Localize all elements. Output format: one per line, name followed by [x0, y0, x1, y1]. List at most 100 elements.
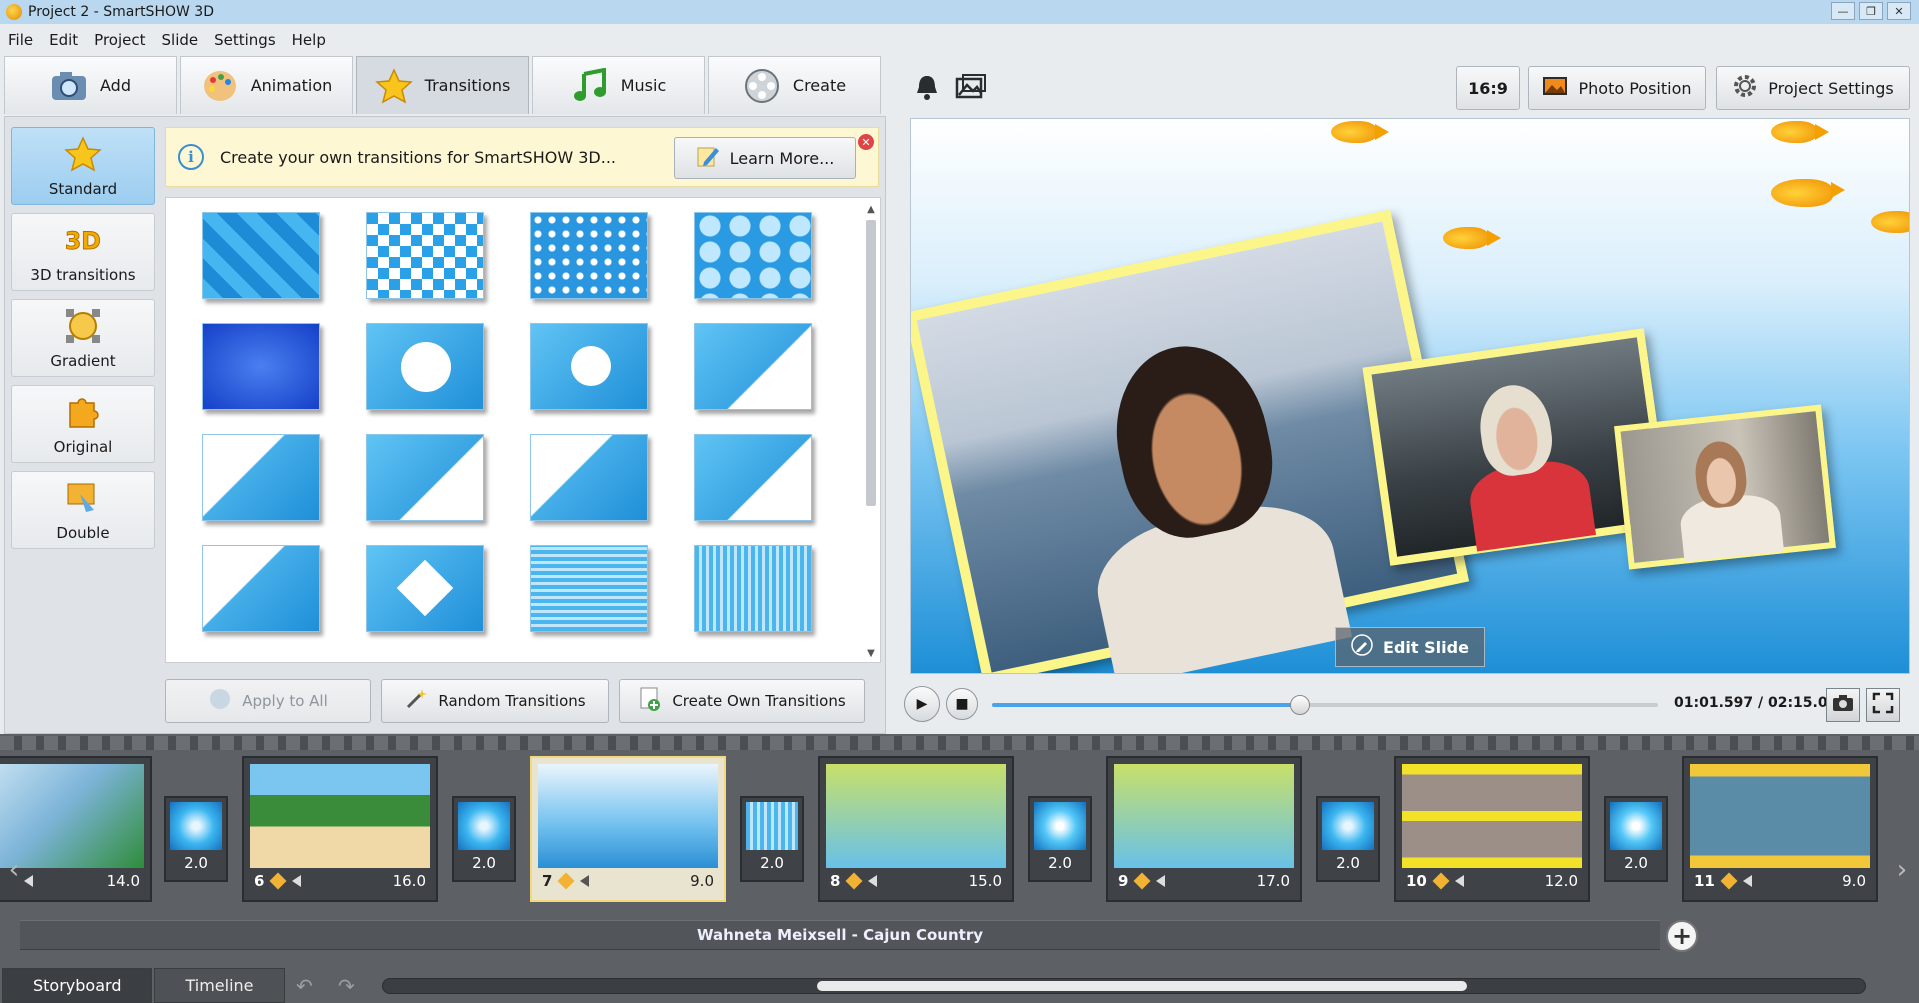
transition-thumb[interactable]: [530, 323, 648, 410]
scroll-down-icon[interactable]: ▼: [864, 646, 878, 660]
transition-thumb[interactable]: [202, 212, 320, 299]
scroll-right-icon[interactable]: ›: [1892, 850, 1912, 890]
slide-meta: 9 17.0: [1114, 868, 1294, 894]
seek-handle[interactable]: [1290, 695, 1310, 715]
slide-meta: 7 9.0: [538, 868, 718, 894]
transition-thumb[interactable]: [530, 545, 648, 632]
undo-icon[interactable]: ↶: [296, 974, 313, 998]
learn-more-label: Learn More...: [729, 148, 835, 168]
photo-subject: [1692, 438, 1749, 510]
transition-image: [1034, 802, 1086, 850]
tab-label: Add: [100, 76, 131, 95]
transition-thumb[interactable]: [530, 212, 648, 299]
random-transitions-button[interactable]: Random Transitions: [381, 679, 609, 723]
tab-add[interactable]: Add: [4, 56, 177, 114]
transition-thumb[interactable]: [202, 323, 320, 410]
transition-thumb[interactable]: [366, 434, 484, 521]
category-original[interactable]: Original: [11, 385, 155, 463]
transition-thumb[interactable]: [694, 434, 812, 521]
storyboard-panel: 14.0 2.0 6 16.0 2.0 7 9.0 2.0 8 15.0 2.0 91…: [0, 734, 1919, 1003]
slide-meta: 11 9.0: [1690, 868, 1870, 894]
edit-slide-button[interactable]: Edit Slide: [1335, 627, 1485, 667]
fullscreen-button[interactable]: [1866, 688, 1900, 722]
play-button[interactable]: ▶: [904, 686, 940, 722]
category-3d-transitions[interactable]: 3D 3D transitions: [11, 213, 155, 291]
transition-thumb[interactable]: 2.0: [1028, 796, 1092, 882]
image-gallery-icon[interactable]: [954, 70, 988, 104]
slide-image: [1402, 764, 1582, 868]
speaker-icon: [868, 875, 878, 887]
category-gradient[interactable]: Gradient: [11, 299, 155, 377]
maximize-button[interactable]: ❐: [1859, 2, 1883, 20]
transition-thumb[interactable]: 2.0: [452, 796, 516, 882]
seek-bar[interactable]: [992, 703, 1658, 707]
fullscreen-icon: [1872, 692, 1894, 718]
aspect-ratio-button[interactable]: 16:9: [1456, 66, 1520, 110]
bell-icon[interactable]: [910, 70, 944, 104]
transition-thumb[interactable]: [694, 545, 812, 632]
transition-thumb[interactable]: 2.0: [164, 796, 228, 882]
transition-thumb[interactable]: 2.0: [740, 796, 804, 882]
add-audio-button[interactable]: +: [1666, 920, 1698, 952]
camera-icon: [1832, 694, 1854, 716]
transition-thumb[interactable]: [366, 212, 484, 299]
promo-banner: i Create your own transitions for SmartS…: [165, 127, 879, 187]
slide-thumb[interactable]: 9 17.0: [1106, 756, 1302, 902]
snapshot-button[interactable]: [1826, 688, 1860, 722]
transition-thumb[interactable]: [366, 323, 484, 410]
learn-more-button[interactable]: Learn More...: [674, 137, 856, 179]
tab-storyboard[interactable]: Storyboard: [2, 968, 153, 1003]
category-standard[interactable]: Standard: [11, 127, 155, 205]
scroll-left-icon[interactable]: ‹: [4, 850, 24, 890]
slide-preview[interactable]: Edit Slide: [910, 118, 1910, 674]
category-double[interactable]: Double: [11, 471, 155, 549]
slide-thumb[interactable]: 10 12.0: [1394, 756, 1590, 902]
slide-duration: 9.0: [690, 872, 714, 890]
tab-timeline[interactable]: Timeline: [154, 968, 285, 1003]
menu-settings[interactable]: Settings: [214, 31, 276, 49]
tab-music[interactable]: Music: [532, 56, 705, 114]
transition-thumb[interactable]: 2.0: [1604, 796, 1668, 882]
storyboard-scrollbar[interactable]: [382, 978, 1866, 994]
tab-transitions[interactable]: Transitions: [356, 56, 529, 114]
slide-duration: 16.0: [392, 872, 426, 890]
menu-help[interactable]: Help: [292, 31, 326, 49]
transition-thumb[interactable]: 2.0: [1316, 796, 1380, 882]
transition-image: [1322, 802, 1374, 850]
create-own-transitions-button[interactable]: Create Own Transitions: [619, 679, 865, 723]
pencil-icon: [269, 872, 287, 890]
redo-icon[interactable]: ↷: [338, 974, 355, 998]
slide-thumb-selected[interactable]: 7 9.0: [530, 756, 726, 902]
photo-position-button[interactable]: Photo Position: [1528, 66, 1706, 110]
grid-scrollbar[interactable]: ▲ ▼: [864, 202, 878, 660]
close-window-button[interactable]: ✕: [1887, 2, 1911, 20]
tab-create[interactable]: Create: [708, 56, 881, 114]
transition-thumb[interactable]: [202, 545, 320, 632]
slide-thumb[interactable]: 6 16.0: [242, 756, 438, 902]
scroll-thumb[interactable]: [866, 220, 876, 506]
playback-controls: ▶ ■ 01:01.597 / 02:15.000: [896, 678, 1916, 730]
menu-file[interactable]: File: [8, 31, 33, 49]
transition-thumb[interactable]: [694, 212, 812, 299]
close-icon[interactable]: ✕: [858, 134, 874, 150]
transition-thumb[interactable]: [202, 434, 320, 521]
slide-thumb[interactable]: 11 9.0: [1682, 756, 1878, 902]
slide-thumb[interactable]: 8 15.0: [818, 756, 1014, 902]
tab-animation[interactable]: Animation: [180, 56, 353, 114]
stop-button[interactable]: ■: [946, 688, 978, 720]
transition-duration: 2.0: [1624, 854, 1648, 872]
minimize-button[interactable]: —: [1831, 2, 1855, 20]
transition-thumb[interactable]: [366, 545, 484, 632]
storyboard-scroll-thumb[interactable]: [817, 981, 1467, 991]
menu-edit[interactable]: Edit: [49, 31, 78, 49]
menu-slide[interactable]: Slide: [162, 31, 199, 49]
speaker-icon: [24, 875, 33, 887]
audio-track[interactable]: Wahneta Meixsell - Cajun Country: [20, 920, 1660, 950]
scroll-up-icon[interactable]: ▲: [864, 202, 878, 216]
project-settings-button[interactable]: Project Settings: [1716, 66, 1910, 110]
transition-thumb[interactable]: [530, 434, 648, 521]
slide-duration: 12.0: [1544, 872, 1578, 890]
apply-to-all-button[interactable]: Apply to All: [165, 679, 371, 723]
menu-project[interactable]: Project: [94, 31, 145, 49]
transition-thumb[interactable]: [694, 323, 812, 410]
